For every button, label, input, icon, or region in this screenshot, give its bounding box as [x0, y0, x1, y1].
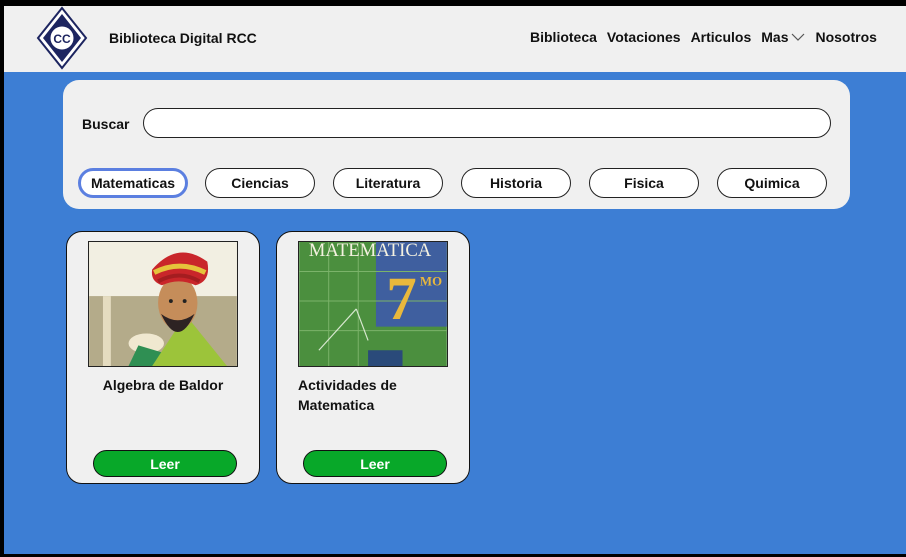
category-matematicas[interactable]: Matematicas — [78, 168, 188, 198]
search-input[interactable] — [143, 108, 831, 138]
read-button[interactable]: Leer — [303, 450, 447, 477]
cover-number-text: 7 — [386, 266, 417, 333]
category-fisica[interactable]: Fisica — [589, 168, 699, 198]
book-cover-image[interactable]: MATEMATICA 7 MO — [298, 241, 448, 367]
category-historia[interactable]: Historia — [461, 168, 571, 198]
category-quimica[interactable]: Quimica — [717, 168, 827, 198]
search-label: Buscar — [82, 116, 130, 132]
logo-text: CC — [53, 32, 71, 46]
search-panel: Buscar Matematicas Ciencias Literatura H… — [63, 80, 850, 209]
book-card: MATEMATICA 7 MO Actividades de Matematic… — [276, 231, 470, 484]
book-title: Algebra de Baldor — [102, 377, 224, 393]
cover-title-text: MATEMATICA — [309, 241, 432, 261]
category-literatura[interactable]: Literatura — [333, 168, 443, 198]
read-button[interactable]: Leer — [93, 450, 237, 477]
book-card: Algebra de Baldor Leer — [66, 231, 260, 484]
brand-name: Biblioteca Digital RCC — [109, 30, 257, 46]
category-ciencias[interactable]: Ciencias — [205, 168, 315, 198]
app-frame: CC Biblioteca Digital RCC Biblioteca Vot… — [4, 6, 906, 554]
top-header: CC Biblioteca Digital RCC Biblioteca Vot… — [4, 6, 906, 72]
cover-suffix-text: MO — [420, 274, 442, 288]
book-title: Actividades de Matematica — [298, 377, 397, 413]
book-cover-image[interactable] — [88, 241, 238, 367]
nav-mas-label: Mas — [761, 29, 789, 45]
nav-mas-dropdown[interactable]: Mas — [761, 29, 805, 45]
chevron-down-icon — [792, 33, 805, 41]
logo-icon[interactable]: CC — [34, 6, 90, 70]
nav-votaciones[interactable]: Votaciones — [607, 29, 681, 45]
nav-biblioteca[interactable]: Biblioteca — [530, 29, 597, 45]
main-nav: Biblioteca Votaciones Articulos Mas Noso… — [530, 29, 877, 45]
nav-nosotros[interactable]: Nosotros — [815, 29, 876, 45]
nav-articulos[interactable]: Articulos — [691, 29, 752, 45]
